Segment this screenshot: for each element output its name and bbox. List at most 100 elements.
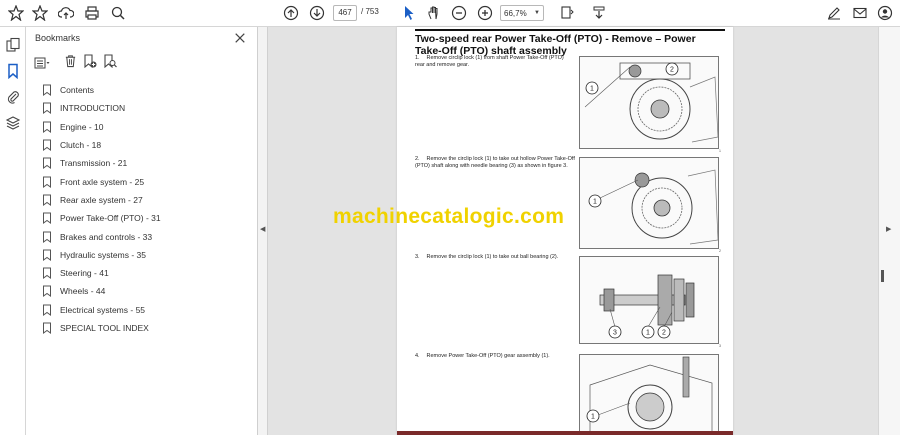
vertical-scrollbar[interactable]: ▶ — [878, 27, 900, 435]
bookmark-star-icon[interactable] — [30, 3, 50, 23]
bookmark-item[interactable]: Transmission - 21 — [42, 154, 252, 172]
bookmark-label: Power Take-Off (PTO) - 31 — [60, 213, 161, 224]
svg-text:3: 3 — [613, 330, 617, 337]
figure-gear-assembly: 1 — [579, 354, 719, 435]
panel-splitter[interactable]: ◀ — [258, 27, 268, 435]
bookmark-label: Hydraulic systems - 35 — [60, 249, 146, 260]
page-total-label: / 753 — [361, 7, 379, 16]
expand-arrow-icon[interactable]: ▶ — [886, 225, 891, 233]
bookmarks-panel: Bookmarks Contents INTRODUCTION Engine - 1… — [26, 27, 258, 435]
svg-text:1: 1 — [593, 199, 597, 206]
bookmark-item[interactable]: Hydraulic systems - 35 — [42, 246, 252, 264]
bookmark-label: Engine - 10 — [60, 121, 104, 132]
svg-text:1: 1 — [646, 330, 650, 337]
step-text: Remove circlip lock (1) from shaft Power… — [415, 55, 564, 68]
figure-caption: 1 — [719, 149, 721, 153]
bookmark-label: Contents — [60, 85, 95, 96]
bookmark-item[interactable]: Steering - 41 — [42, 264, 252, 282]
attachments-icon[interactable] — [5, 89, 21, 105]
bookmark-item[interactable]: Wheels - 44 — [42, 282, 252, 300]
bookmark-ribbon-icon — [42, 102, 52, 115]
bookmark-label: Electrical systems - 55 — [60, 304, 146, 315]
page-thumbnails-icon[interactable] — [5, 37, 21, 53]
home-star-icon[interactable] — [6, 3, 26, 23]
select-cursor-icon[interactable] — [399, 3, 419, 23]
bookmark-label: Clutch - 18 — [60, 140, 102, 151]
options-menu-icon[interactable] — [34, 56, 50, 74]
collapse-arrow-icon[interactable]: ◀ — [260, 225, 265, 233]
step-text: Remove the circlip lock (1) to take out … — [415, 156, 575, 169]
bookmark-ribbon-icon — [42, 157, 52, 170]
bookmark-label: Wheels - 44 — [60, 286, 106, 297]
bookmark-label: Brakes and controls - 33 — [60, 231, 153, 242]
previous-page-icon[interactable] — [281, 3, 301, 23]
bookmark-ribbon-icon — [42, 176, 52, 188]
bookmark-ribbon-icon — [42, 194, 52, 206]
bookmark-ribbon-icon — [42, 121, 52, 133]
chevron-down-icon: ▼ — [534, 10, 540, 16]
bookmark-item[interactable]: Power Take-Off (PTO) - 31 — [42, 209, 252, 227]
bookmark-item[interactable]: SPECIAL TOOL INDEX — [42, 319, 252, 337]
page-bottom-band — [397, 431, 733, 435]
sign-pen-icon[interactable] — [824, 3, 844, 23]
watermark-text: machinecatalogic.com — [333, 205, 565, 228]
document-page: Two-speed rear Power Take-Off (PTO) - Re… — [397, 27, 733, 435]
bookmark-item[interactable]: Contents — [42, 81, 252, 99]
bookmark-list: Contents INTRODUCTION Engine - 10 Clutch - … — [42, 81, 252, 337]
bookmark-label: Steering - 41 — [60, 268, 109, 279]
scroll-mode-icon[interactable] — [589, 3, 609, 23]
page-number-input[interactable]: 467 — [333, 5, 357, 21]
bookmarks-icon[interactable] — [5, 63, 21, 80]
next-page-icon[interactable] — [307, 3, 327, 23]
bookmark-item[interactable]: Rear axle system - 27 — [42, 191, 252, 209]
bookmark-label: SPECIAL TOOL INDEX — [60, 323, 149, 333]
close-icon[interactable] — [234, 31, 248, 45]
zoom-out-icon[interactable] — [449, 3, 469, 23]
svg-text:1: 1 — [590, 86, 594, 93]
step-number: 4. — [415, 353, 420, 359]
scrollbar-thumb[interactable] — [881, 270, 884, 282]
bookmark-label: Rear axle system - 27 — [60, 194, 143, 205]
page-fit-icon[interactable] — [557, 3, 577, 23]
delete-bookmark-icon[interactable] — [64, 54, 77, 73]
upload-cloud-icon[interactable] — [56, 3, 76, 23]
bookmark-label: Front axle system - 25 — [60, 176, 145, 187]
mail-icon[interactable] — [850, 3, 870, 23]
top-toolbar: 467 / 753 66,7% ▼ — [0, 0, 900, 27]
bookmark-label: Transmission - 21 — [60, 158, 128, 169]
figure-hollow-shaft: 1 — [579, 157, 719, 249]
figure-caption: 2 — [719, 249, 721, 253]
svg-text:2: 2 — [662, 330, 666, 337]
bookmark-ribbon-icon — [42, 304, 52, 316]
step-item: 3. Remove the circlip lock (1) to take o… — [415, 254, 575, 261]
bookmark-ribbon-icon — [42, 285, 52, 298]
bookmark-item[interactable]: Clutch - 18 — [42, 136, 252, 154]
step-text: Remove the circlip lock (1) to take out … — [426, 254, 559, 260]
page-title: Two-speed rear Power Take-Off (PTO) - Re… — [415, 29, 725, 57]
panel-title: Bookmarks — [35, 33, 81, 43]
find-bookmark-icon[interactable] — [103, 54, 117, 73]
figure-ball-bearing: 3 1 2 — [579, 256, 719, 344]
new-bookmark-icon[interactable] — [83, 54, 97, 73]
bookmark-label: INTRODUCTION — [60, 103, 126, 114]
svg-text:1: 1 — [591, 414, 595, 421]
bookmark-ribbon-icon — [42, 231, 52, 243]
zoom-search-icon[interactable] — [108, 3, 128, 23]
bookmark-item[interactable]: Front axle system - 25 — [42, 172, 252, 190]
bookmark-ribbon-icon — [42, 84, 52, 97]
bookmark-item[interactable]: Electrical systems - 55 — [42, 301, 252, 319]
print-icon[interactable] — [82, 3, 102, 23]
zoom-in-icon[interactable] — [475, 3, 495, 23]
step-item: 2. Remove the circlip lock (1) to take o… — [415, 156, 575, 169]
layers-icon[interactable] — [5, 115, 21, 131]
step-item: 1. Remove circlip lock (1) from shaft Po… — [415, 55, 575, 68]
bookmark-item[interactable]: Engine - 10 — [42, 118, 252, 136]
hand-tool-icon[interactable] — [424, 3, 444, 23]
bookmark-ribbon-icon — [42, 267, 52, 280]
bookmark-ribbon-icon — [42, 322, 52, 334]
account-icon[interactable] — [875, 3, 895, 23]
bookmark-item[interactable]: INTRODUCTION — [42, 99, 252, 117]
zoom-level-select[interactable]: 66,7% ▼ — [500, 5, 544, 21]
step-item: 4. Remove Power Take-Off (PTO) gear asse… — [415, 353, 575, 360]
bookmark-item[interactable]: Brakes and controls - 33 — [42, 227, 252, 245]
